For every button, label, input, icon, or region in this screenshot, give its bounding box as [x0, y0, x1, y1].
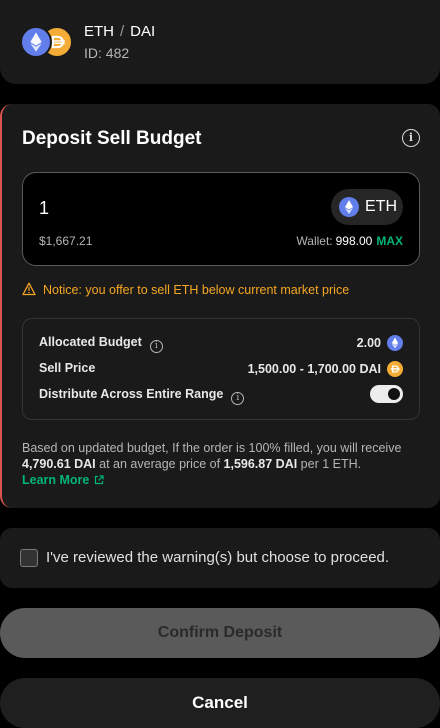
pair-quote: DAI — [130, 23, 156, 40]
allocated-budget-value: 2.00 — [356, 336, 381, 350]
token-selector[interactable]: ETH — [331, 189, 403, 225]
distribute-range-label: Distribute Across Entire Range — [39, 387, 224, 401]
pair-header: ETH / DAI ID: 482 — [0, 0, 440, 84]
dai-token-icon — [387, 361, 403, 377]
sell-price-row: Sell Price 1,500.00 - 1,700.00 DAI — [39, 359, 403, 379]
distribute-range-row: Distribute Across Entire Range i — [39, 385, 403, 405]
acknowledge-checkbox[interactable] — [20, 549, 38, 567]
external-link-icon — [95, 475, 104, 485]
info-icon[interactable]: i — [402, 129, 420, 147]
pair-name: ETH / DAI — [84, 23, 155, 40]
sell-price-label: Sell Price — [39, 361, 96, 375]
eth-token-icon — [20, 26, 52, 58]
budget-amount-input[interactable] — [39, 195, 259, 221]
warning-acknowledgement: I've reviewed the warning(s) but choose … — [0, 528, 440, 588]
order-details-box: Allocated Budget i 2.00 Sell Price 1,500.… — [22, 318, 420, 420]
info-icon[interactable]: i — [231, 392, 245, 405]
distribute-range-toggle[interactable] — [370, 385, 403, 403]
summary-text: per 1 ETH. — [297, 457, 362, 471]
eth-token-icon — [339, 197, 359, 217]
fill-summary: Based on updated budget, If the order is… — [22, 440, 414, 488]
acknowledge-label[interactable]: I've reviewed the warning(s) but choose … — [46, 549, 389, 566]
max-button[interactable]: MAX — [376, 234, 403, 248]
info-icon[interactable]: i — [149, 340, 163, 353]
pair-separator: / — [120, 23, 125, 40]
notice-text: Notice: you offer to sell ETH below curr… — [43, 283, 350, 297]
summary-text: Based on updated budget, If the order is… — [22, 441, 402, 455]
warning-triangle-icon — [22, 282, 36, 296]
confirm-deposit-button[interactable]: Confirm Deposit — [0, 608, 440, 658]
learn-more-link[interactable]: Learn More — [22, 472, 104, 488]
allocated-budget-row: Allocated Budget i 2.00 — [39, 333, 403, 353]
average-price: 1,596.87 DAI — [223, 457, 298, 471]
sell-price-value: 1,500.00 - 1,700.00 DAI — [247, 362, 381, 376]
learn-more-label: Learn More — [22, 473, 90, 487]
token-selector-label: ETH — [365, 198, 397, 215]
eth-token-icon — [387, 335, 403, 351]
toggle-knob — [388, 388, 400, 400]
allocated-budget-label: Allocated Budget — [39, 335, 142, 349]
summary-text: at an average price of — [95, 457, 224, 471]
budget-title: Deposit Sell Budget — [22, 128, 202, 149]
wallet-value: 998.00 — [335, 234, 373, 248]
receive-amount: 4,790.61 DAI — [22, 457, 96, 471]
wallet-label: Wallet: — [296, 234, 333, 248]
deposit-budget-card: Deposit Sell Budget i ETH $1,667.21 Wall… — [0, 104, 440, 508]
market-price-notice: Notice: you offer to sell ETH below curr… — [22, 282, 349, 297]
wallet-balance: Wallet: 998.00 MAX — [296, 234, 403, 248]
usd-value: $1,667.21 — [39, 234, 93, 248]
cancel-button[interactable]: Cancel — [0, 678, 440, 728]
pair-id: ID: 482 — [84, 45, 130, 61]
budget-input-box: ETH $1,667.21 Wallet:998.00MAX — [22, 172, 420, 266]
pair-base: ETH — [84, 23, 114, 40]
